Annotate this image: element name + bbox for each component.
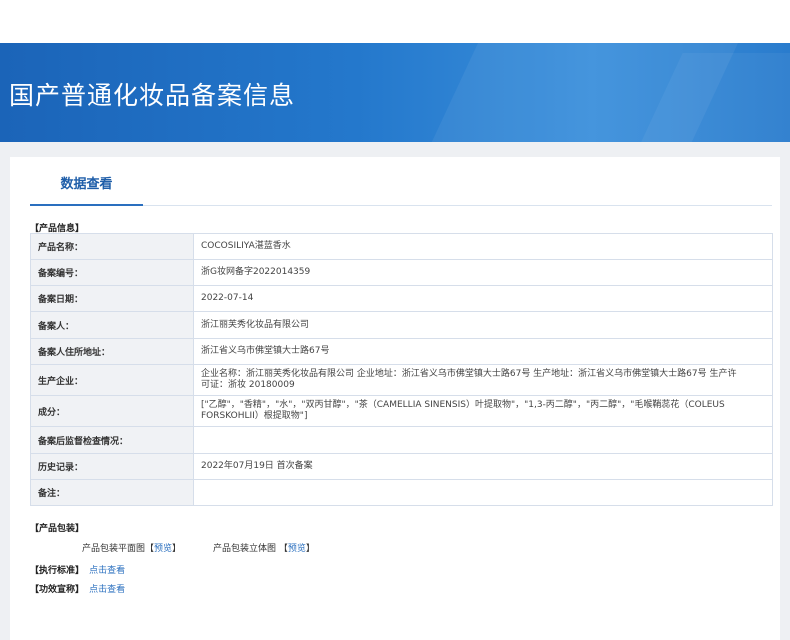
row-key: 备案编号： bbox=[30, 259, 194, 286]
row-value: COCOSILIYA湛蓝香水 bbox=[193, 233, 773, 260]
row-key: 备案人： bbox=[30, 311, 194, 339]
table-row: 产品名称： COCOSILIYA湛蓝香水 bbox=[30, 233, 773, 260]
row-key: 历史记录： bbox=[30, 453, 194, 480]
row-value: 2022-07-14 bbox=[193, 285, 773, 312]
bracket-open: 【 bbox=[278, 544, 288, 554]
bracket-close: 】 bbox=[305, 544, 315, 554]
table-row: 备案后监督检查情况： bbox=[30, 426, 773, 454]
row-value bbox=[193, 479, 773, 506]
packaging-label: 【产品包装】 bbox=[30, 524, 85, 534]
packaging-solid: 产品包装立体图 【预览】 bbox=[213, 541, 315, 554]
row-key: 产品名称： bbox=[30, 233, 194, 260]
table-row: 备案编号： 浙G妆网备字2022014359 bbox=[30, 259, 773, 286]
row-value: 浙G妆网备字2022014359 bbox=[193, 259, 773, 286]
bracket-open: 【 bbox=[145, 544, 155, 554]
row-value: 2022年07月19日 首次备案 bbox=[193, 453, 773, 480]
product-info-table: 产品名称： COCOSILIYA湛蓝香水 备案编号： 浙G妆网备字2022014… bbox=[30, 233, 773, 506]
row-key: 备注： bbox=[30, 479, 194, 506]
solid-preview-link[interactable]: 预览 bbox=[288, 544, 306, 554]
efficacy-label: 【功效宣称】 bbox=[30, 585, 85, 595]
row-value: 浙江省义乌市佛堂镇大士路67号 bbox=[193, 338, 773, 365]
table-row: 生产企业： 企业名称：浙江丽芙秀化妆品有限公司 企业地址：浙江省义乌市佛堂镇大士… bbox=[30, 364, 773, 396]
row-key: 生产企业： bbox=[30, 364, 194, 396]
standard-label: 【执行标准】 bbox=[30, 566, 85, 576]
table-row: 备案人住所地址： 浙江省义乌市佛堂镇大士路67号 bbox=[30, 338, 773, 365]
efficacy-view-link[interactable]: 点击查看 bbox=[89, 585, 125, 595]
row-value: ["乙醇"，"香精"，"水"，"双丙甘醇"，"茶（CAMELLIA SINENS… bbox=[193, 395, 773, 427]
tab-data-view[interactable]: 数据查看 bbox=[30, 173, 143, 206]
row-key: 备案人住所地址： bbox=[30, 338, 194, 365]
tab-bar: 数据查看 bbox=[30, 173, 772, 206]
flat-preview-link[interactable]: 预览 bbox=[154, 544, 172, 554]
row-key: 备案后监督检查情况： bbox=[30, 426, 194, 454]
row-value: 企业名称：浙江丽芙秀化妆品有限公司 企业地址：浙江省义乌市佛堂镇大士路67号 生… bbox=[193, 364, 773, 396]
standard-row: 【执行标准】 点击查看 bbox=[30, 563, 125, 576]
efficacy-row: 【功效宣称】 点击查看 bbox=[30, 582, 125, 595]
table-row: 成分： ["乙醇"，"香精"，"水"，"双丙甘醇"，"茶（CAMELLIA SI… bbox=[30, 395, 773, 427]
standard-view-link[interactable]: 点击查看 bbox=[89, 566, 125, 576]
content-panel: 数据查看 【产品信息】 产品名称： COCOSILIYA湛蓝香水 备案编号： 浙… bbox=[10, 157, 780, 640]
packaging-flat-label: 产品包装平面图 bbox=[82, 544, 146, 554]
page-title: 国产普通化妆品备案信息 bbox=[9, 81, 296, 110]
bracket-close: 】 bbox=[172, 544, 182, 554]
table-row: 备案日期： 2022-07-14 bbox=[30, 285, 773, 312]
packaging-solid-label: 产品包装立体图 bbox=[213, 544, 277, 554]
row-key: 备案日期： bbox=[30, 285, 194, 312]
table-row: 备案人： 浙江丽芙秀化妆品有限公司 bbox=[30, 311, 773, 339]
packaging-flat: 产品包装平面图【预览】 bbox=[82, 541, 181, 554]
table-row: 历史记录： 2022年07月19日 首次备案 bbox=[30, 453, 773, 480]
row-key: 成分： bbox=[30, 395, 194, 427]
row-value bbox=[193, 426, 773, 454]
row-value: 浙江丽芙秀化妆品有限公司 bbox=[193, 311, 773, 339]
table-row: 备注： bbox=[30, 479, 773, 506]
